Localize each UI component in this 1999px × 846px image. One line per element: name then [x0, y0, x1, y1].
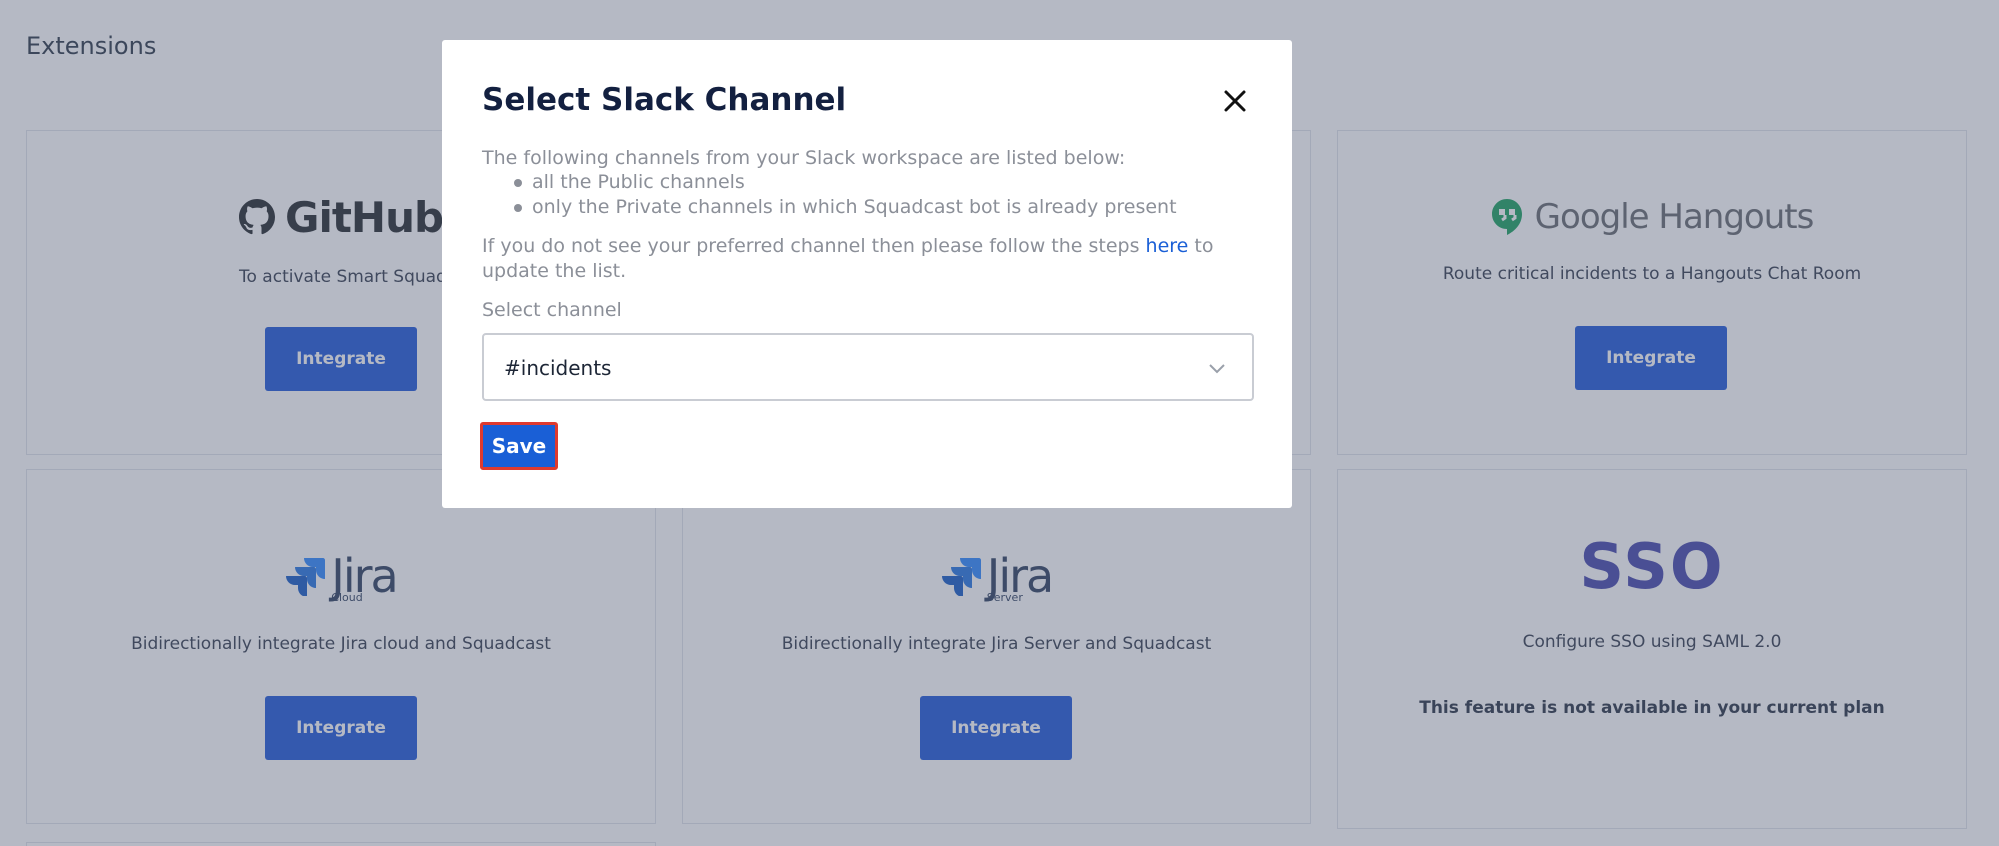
- modal-help-text: If you do not see your preferred channel…: [482, 234, 1252, 284]
- select-slack-channel-modal: Select Slack Channel The following chann…: [442, 40, 1292, 508]
- modal-intro-text: The following channels from your Slack w…: [482, 147, 1126, 169]
- list-item: all the Public channels: [514, 170, 1177, 195]
- save-button[interactable]: Save: [480, 422, 558, 470]
- help-link[interactable]: here: [1146, 235, 1189, 257]
- channel-type-list: all the Public channels only the Private…: [514, 170, 1177, 220]
- select-channel-label: Select channel: [482, 299, 622, 321]
- help-text-prefix: If you do not see your preferred channel…: [482, 235, 1146, 257]
- list-item: only the Private channels in which Squad…: [514, 195, 1177, 220]
- modal-title: Select Slack Channel: [482, 82, 847, 118]
- selected-channel: #incidents: [504, 356, 612, 380]
- channel-select[interactable]: #incidents: [482, 333, 1254, 401]
- close-icon: [1224, 90, 1246, 112]
- chevron-down-icon: [1209, 364, 1225, 374]
- close-button[interactable]: [1222, 88, 1248, 114]
